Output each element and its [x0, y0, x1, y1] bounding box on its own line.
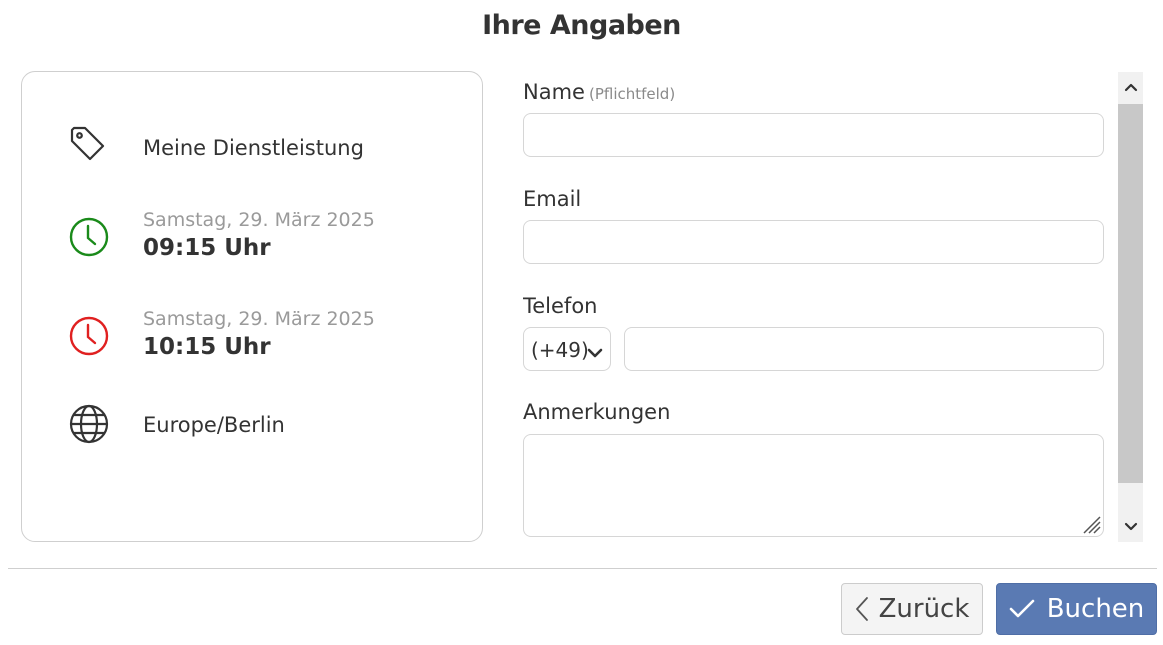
chevron-down-icon [587, 342, 603, 358]
scroll-up-button[interactable] [1118, 72, 1143, 102]
email-input[interactable] [523, 220, 1104, 264]
required-hint: (Pflichtfeld) [588, 85, 676, 103]
email-label: Email [523, 187, 582, 211]
start-date: Samstag, 29. März 2025 [143, 209, 375, 231]
book-button[interactable]: Buchen [996, 583, 1157, 635]
end-time: 10:15 Uhr [143, 334, 271, 360]
clock-start-icon [68, 216, 110, 258]
name-label: Name (Pflichtfeld) [523, 80, 675, 104]
booking-summary-card: Meine Dienstleistung Samstag, 29. März 2… [21, 71, 483, 542]
name-input[interactable] [523, 113, 1104, 157]
name-label-text: Name [523, 80, 585, 104]
globe-icon [68, 403, 110, 445]
country-code-value: (+49) [531, 338, 589, 362]
phone-label: Telefon [523, 294, 598, 318]
service-name: Meine Dienstleistung [143, 136, 364, 160]
back-button[interactable]: Zurück [841, 583, 983, 635]
notes-textarea[interactable] [523, 434, 1104, 537]
book-button-label: Buchen [1046, 594, 1145, 624]
form-scrollbar[interactable] [1118, 72, 1143, 542]
chevron-left-icon [855, 597, 868, 621]
chevron-up-icon [1124, 83, 1137, 92]
clock-end-icon [68, 315, 110, 357]
country-code-select[interactable]: (+49) [523, 327, 611, 371]
phone-input[interactable] [624, 327, 1104, 371]
end-date: Samstag, 29. März 2025 [143, 308, 375, 330]
timezone-label: Europe/Berlin [143, 413, 285, 437]
back-button-label: Zurück [878, 594, 970, 624]
footer-divider [8, 568, 1157, 569]
checkmark-icon [1009, 599, 1035, 618]
page-title: Ihre Angaben [482, 10, 681, 41]
start-time: 09:15 Uhr [143, 235, 271, 261]
resize-grip-icon[interactable] [1079, 512, 1101, 534]
notes-label: Anmerkungen [523, 400, 671, 424]
scroll-down-button[interactable] [1118, 512, 1143, 542]
chevron-down-icon [1124, 522, 1137, 531]
scrollbar-thumb[interactable] [1118, 104, 1143, 483]
contact-form: Name (Pflichtfeld) Email Telefon (+49) An… [523, 72, 1105, 542]
tag-icon [68, 124, 110, 166]
